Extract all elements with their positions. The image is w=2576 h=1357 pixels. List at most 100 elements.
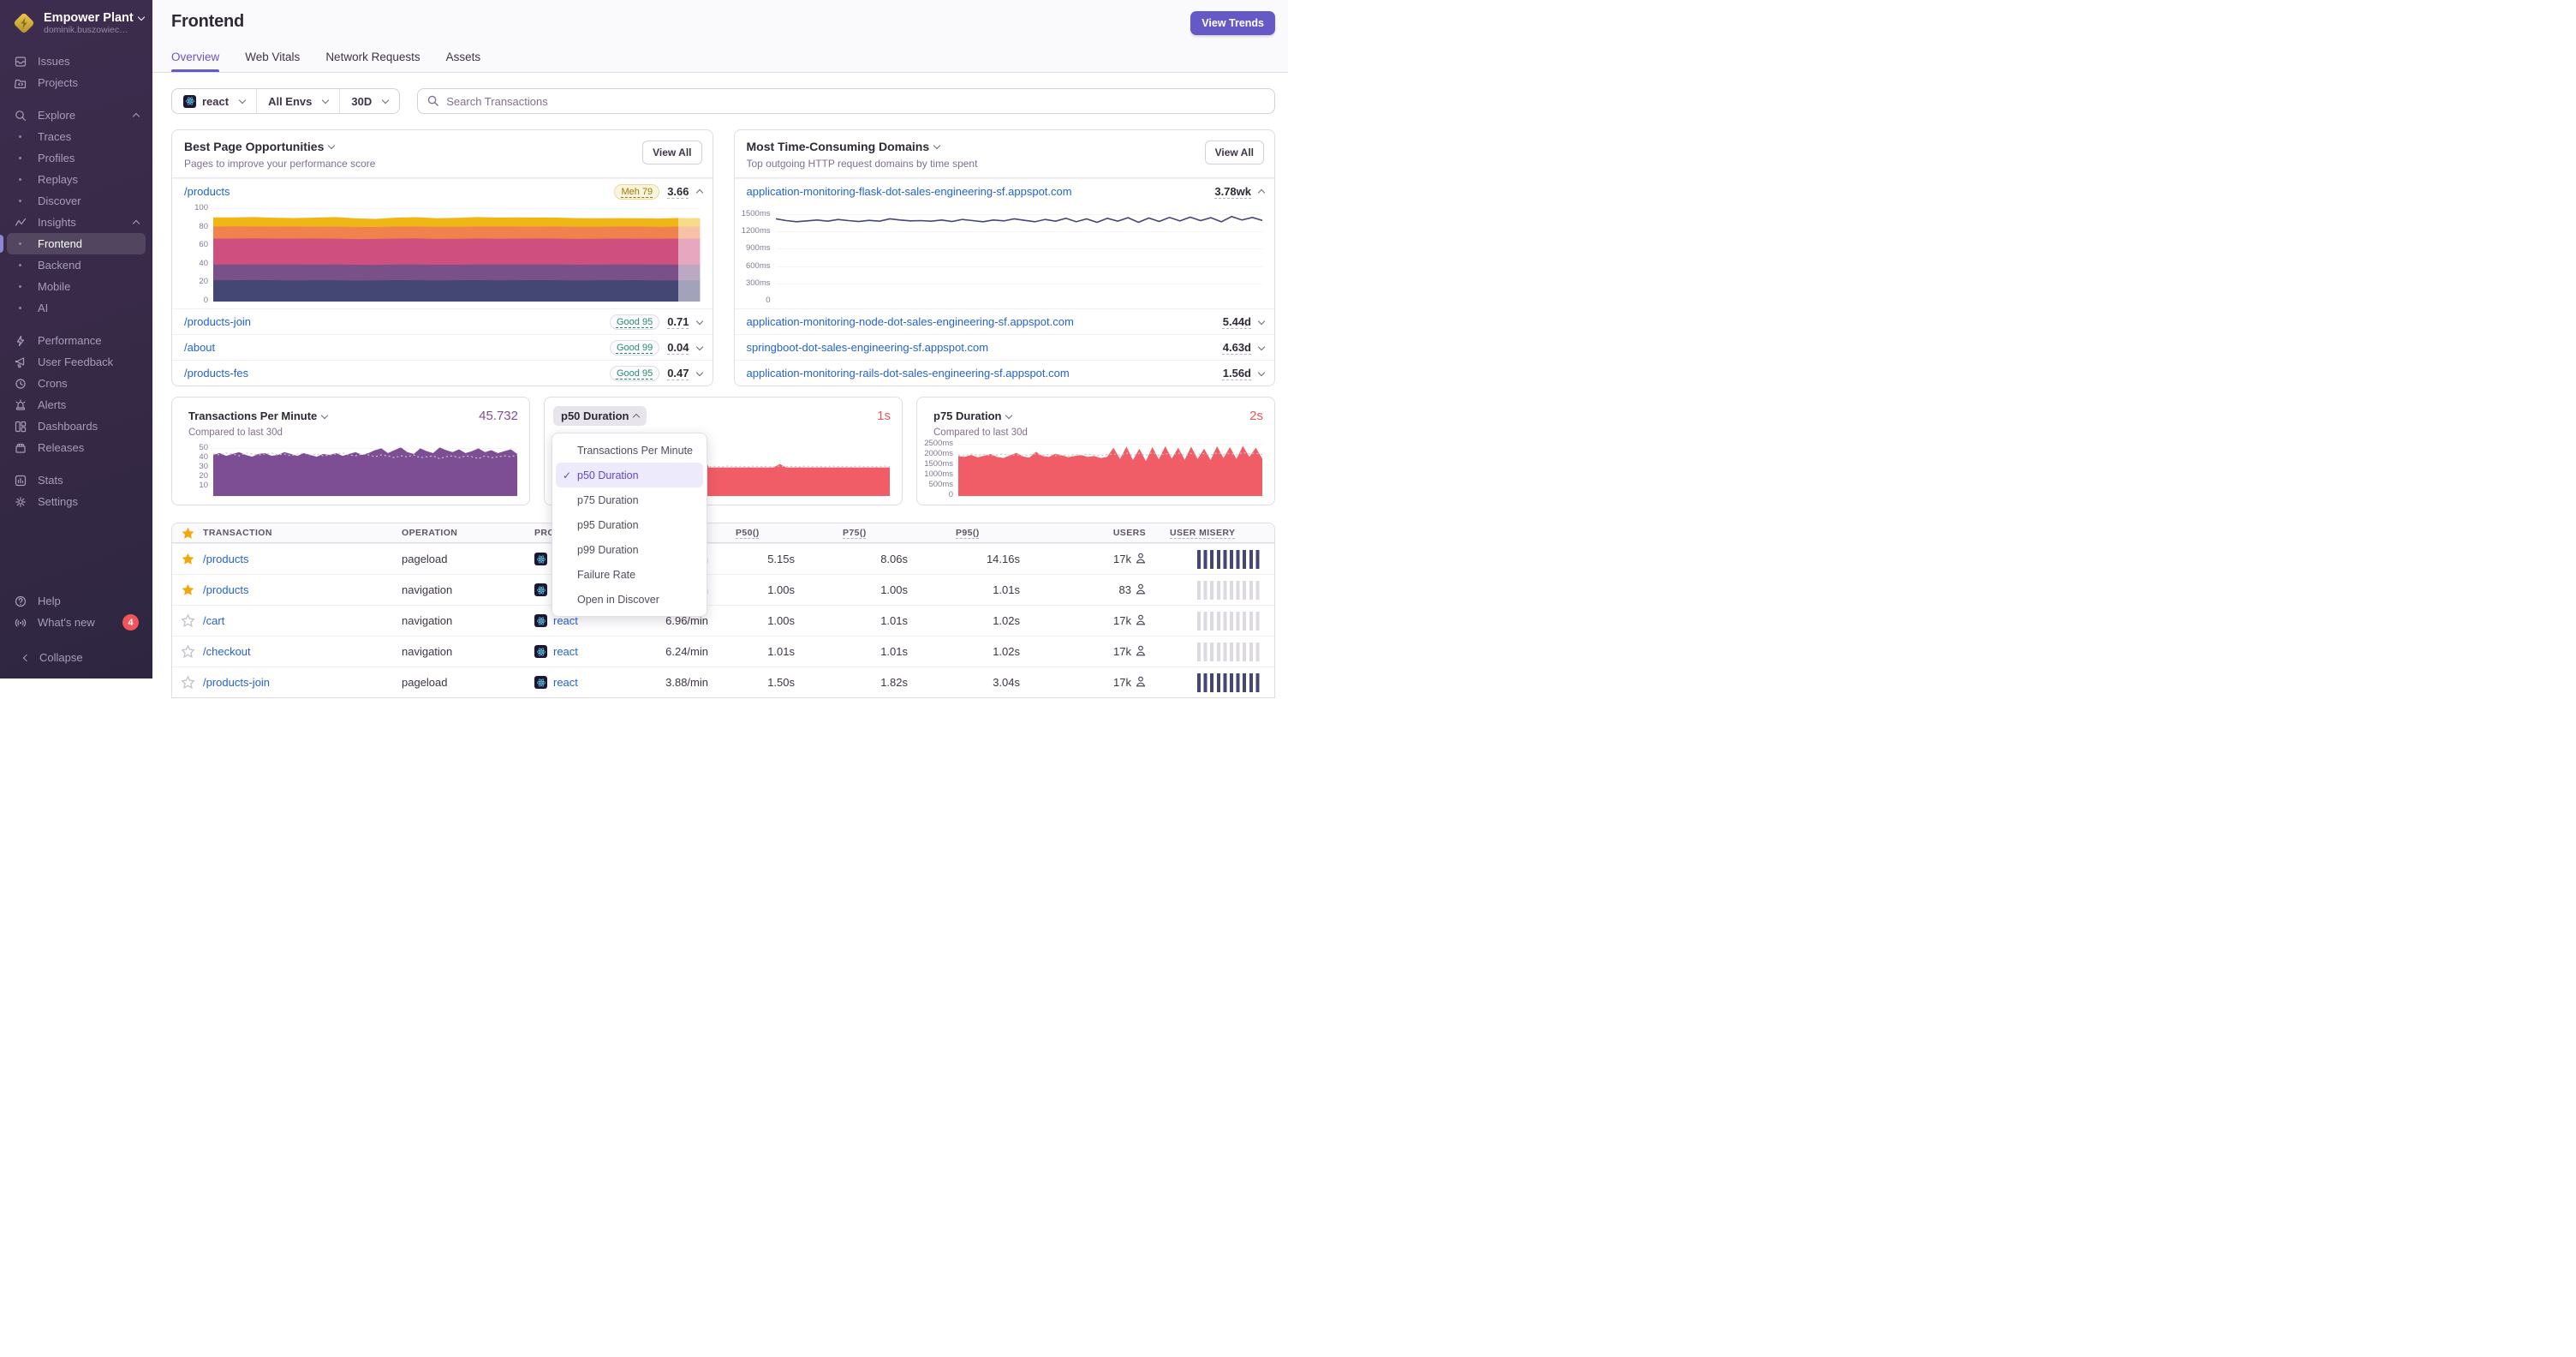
metric-card-p75-duration-selector[interactable]: p75 Duration [926, 406, 1019, 426]
sidebar-item-settings[interactable]: Settings [7, 491, 146, 512]
date-range-filter[interactable]: 30D [339, 89, 399, 113]
transaction-row[interactable]: /products-join pageload react 3.88/min 1.50s… [172, 667, 1274, 697]
transaction-row[interactable]: /productsnavigationreact/min1.00s1.00s1.… [172, 574, 1274, 605]
row-toggle-icon[interactable] [1257, 317, 1266, 325]
metric-card-p50-duration-selector[interactable]: p50 Duration [553, 406, 647, 426]
page-row[interactable]: /products-join Good 95 0.71 [172, 308, 713, 334]
page-row[interactable]: /products Meh 79 3.66 [172, 178, 713, 204]
tab-web-vitals[interactable]: Web Vitals [245, 51, 300, 72]
sidebar-item-projects[interactable]: Projects [7, 72, 146, 93]
best-pages-title[interactable]: Best Page Opportunities [184, 140, 336, 153]
domain-link[interactable]: springboot-dot-sales-engineering-sf.apps… [747, 341, 989, 354]
environment-filter[interactable]: All Envs [256, 89, 339, 113]
col-p50[interactable]: P50() [713, 528, 820, 538]
transaction-link[interactable]: /products-join [203, 676, 402, 689]
sidebar-item-insights[interactable]: Insights [7, 212, 146, 233]
transaction-row[interactable]: /cart navigation react 6.96/min 1.00s 1.01s 1.… [172, 605, 1274, 636]
page-row[interactable]: /about Good 99 0.04 [172, 334, 713, 360]
transaction-row[interactable]: /productspageloadreact/min5.15s8.06s14.1… [172, 543, 1274, 574]
page-link[interactable]: /products [184, 185, 230, 198]
menu-item-transactions-per-minute[interactable]: Transactions Per Minute [556, 438, 703, 463]
star-toggle[interactable] [172, 676, 203, 689]
sidebar-item-releases[interactable]: Releases [7, 437, 146, 458]
menu-item-p99-duration[interactable]: p99 Duration [556, 537, 703, 562]
menu-item-p75-duration[interactable]: p75 Duration [556, 487, 703, 512]
project-link[interactable]: react [553, 676, 578, 689]
sidebar-item-ai[interactable]: AI [7, 297, 146, 319]
domain-row[interactable]: application-monitoring-node-dot-sales-en… [734, 308, 1274, 334]
tab-network-requests[interactable]: Network Requests [325, 51, 420, 72]
col-operation[interactable]: OPERATION [402, 528, 534, 538]
sidebar-item-profiles[interactable]: Profiles [7, 147, 146, 169]
transaction-link[interactable]: /cart [203, 614, 402, 627]
col-p95[interactable]: P95() [933, 528, 1046, 538]
metric-card-transactions-per-minute-selector[interactable]: Transactions Per Minute [181, 406, 335, 426]
domain-link[interactable]: application-monitoring-rails-dot-sales-e… [747, 367, 1070, 380]
row-toggle-icon[interactable] [695, 188, 703, 196]
col-user-misery[interactable]: USER MISERY [1170, 528, 1274, 538]
project-link[interactable]: react [553, 645, 578, 658]
domains-view-all-button[interactable]: View All [1204, 140, 1264, 164]
page-link[interactable]: /products-join [184, 315, 251, 328]
sidebar-item-user-feedback[interactable]: User Feedback [7, 351, 146, 373]
page-link[interactable]: /products-fes [184, 367, 248, 380]
transaction-row[interactable]: /checkout navigation react 6.24/min 1.01s 1.0… [172, 636, 1274, 667]
view-trends-button[interactable]: View Trends [1190, 11, 1275, 35]
sidebar-item-what-s-new[interactable]: What's new 4 [7, 612, 146, 633]
star-toggle[interactable] [172, 553, 203, 565]
org-switcher[interactable]: Empower Plant dominik.buszowiec… [0, 0, 152, 44]
page-row[interactable]: /products-fes Good 95 0.47 [172, 360, 713, 386]
menu-item-failure-rate[interactable]: Failure Rate [556, 562, 703, 587]
row-toggle-icon[interactable] [1257, 343, 1266, 350]
star-toggle[interactable] [172, 645, 203, 658]
sidebar-item-alerts[interactable]: Alerts [7, 394, 146, 415]
menu-item-p50-duration[interactable]: ✓ p50 Duration [556, 463, 703, 487]
project-filter[interactable]: react [172, 89, 256, 113]
sidebar-item-stats[interactable]: Stats [7, 469, 146, 491]
col-p75[interactable]: P75() [820, 528, 933, 538]
metric-card-p75-duration: p75 Duration 2s Compared to last 30d 2500ms… [916, 397, 1275, 505]
row-toggle-icon[interactable] [695, 343, 703, 350]
sidebar-item-backend[interactable]: Backend [7, 254, 146, 276]
col-transaction[interactable]: TRANSACTION [203, 528, 402, 538]
tab-assets[interactable]: Assets [446, 51, 481, 72]
col-users[interactable]: USERS [1046, 528, 1170, 538]
sidebar-item-label: Traces [38, 130, 72, 143]
domain-row[interactable]: application-monitoring-rails-dot-sales-e… [734, 360, 1274, 386]
sidebar-item-explore[interactable]: Explore [7, 105, 146, 126]
domain-row[interactable]: application-monitoring-flask-dot-sales-e… [734, 178, 1274, 204]
tab-overview[interactable]: Overview [171, 51, 220, 72]
sidebar-item-performance[interactable]: Performance [7, 330, 146, 351]
sidebar-item-issues[interactable]: Issues [7, 51, 146, 72]
star-toggle[interactable] [172, 583, 203, 596]
transaction-link[interactable]: /products [203, 583, 402, 596]
sidebar-item-traces[interactable]: Traces [7, 126, 146, 147]
sidebar-item-dashboards[interactable]: Dashboards [7, 415, 146, 437]
sidebar-item-mobile[interactable]: Mobile [7, 276, 146, 297]
page-link[interactable]: /about [184, 341, 215, 354]
row-toggle-icon[interactable] [695, 368, 703, 376]
transaction-link[interactable]: /products [203, 553, 402, 565]
domain-link[interactable]: application-monitoring-node-dot-sales-en… [747, 315, 1074, 328]
search-input[interactable] [417, 88, 1275, 114]
menu-item-p95-duration[interactable]: p95 Duration [556, 512, 703, 537]
domains-title[interactable]: Most Time-Consuming Domains [747, 140, 941, 153]
row-toggle-icon[interactable] [695, 317, 703, 325]
domain-link[interactable]: application-monitoring-flask-dot-sales-e… [747, 185, 1072, 198]
sidebar-item-frontend[interactable]: Frontend [0, 233, 146, 254]
collapse-button[interactable]: Collapse [14, 647, 139, 668]
sidebar-item-replays[interactable]: Replays [7, 169, 146, 190]
metric-card-p50-duration: p50 Duration 1s Transactions Per Minute ✓ p5… [544, 397, 903, 617]
menu-item-open-in-discover[interactable]: Open in Discover [556, 587, 703, 612]
row-toggle-icon[interactable] [1257, 188, 1266, 196]
domain-row[interactable]: springboot-dot-sales-engineering-sf.apps… [734, 334, 1274, 360]
transaction-link[interactable]: /checkout [203, 645, 402, 658]
domains-header: Most Time-Consuming Domains Top outgoing … [734, 130, 1274, 178]
best-pages-view-all-button[interactable]: View All [642, 140, 702, 164]
sidebar-item-crons[interactable]: Crons [7, 373, 146, 394]
star-toggle[interactable] [172, 614, 203, 627]
sidebar-item-help[interactable]: Help [7, 590, 146, 612]
star-column-header[interactable] [172, 527, 203, 540]
row-toggle-icon[interactable] [1257, 368, 1266, 376]
sidebar-item-discover[interactable]: Discover [7, 190, 146, 212]
